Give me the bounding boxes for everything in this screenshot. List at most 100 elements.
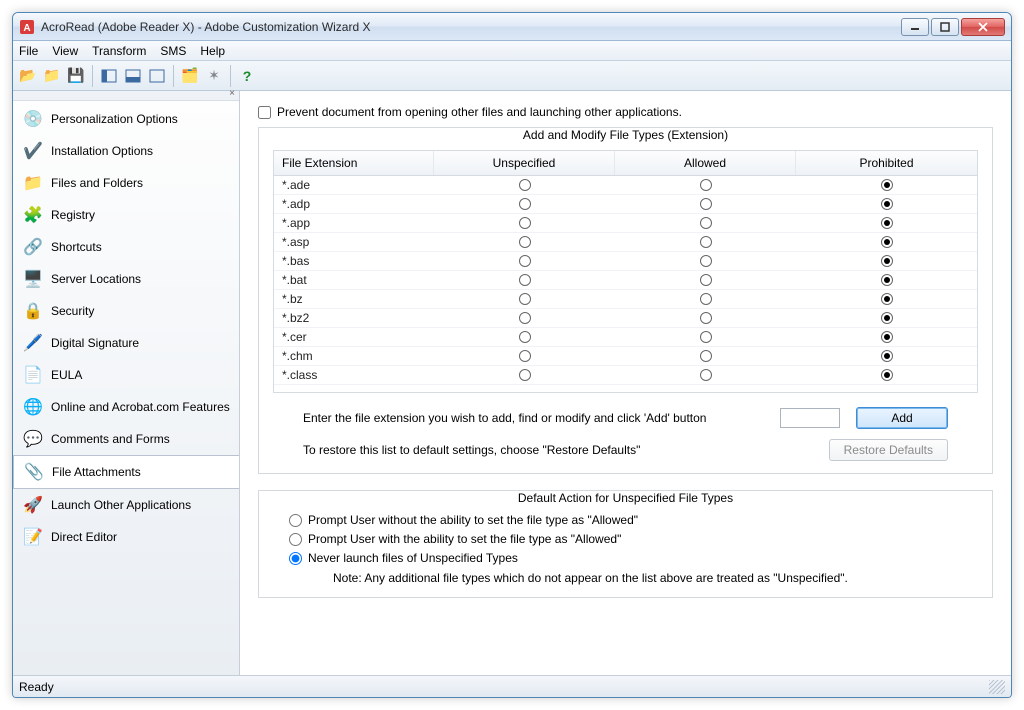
- table-row[interactable]: *.bz: [274, 290, 977, 309]
- radio-unspecified[interactable]: [519, 255, 531, 267]
- sidebar-item[interactable]: 🖊️Digital Signature: [13, 327, 239, 359]
- svg-text:A: A: [23, 23, 30, 34]
- default-action-option[interactable]: Never launch files of Unspecified Types: [289, 551, 978, 565]
- radio-allowed[interactable]: [700, 236, 712, 248]
- radio-prohibited[interactable]: [881, 274, 893, 286]
- menu-help[interactable]: Help: [200, 44, 225, 58]
- table-row[interactable]: *.chm: [274, 347, 977, 366]
- col-file-extension[interactable]: File Extension: [274, 151, 434, 175]
- table-row[interactable]: *.class: [274, 366, 977, 385]
- radio-unspecified[interactable]: [519, 236, 531, 248]
- sidebar-close-icon[interactable]: ×: [229, 88, 235, 99]
- radio-allowed[interactable]: [700, 369, 712, 381]
- restore-label: To restore this list to default settings…: [303, 443, 640, 457]
- sidebar-item[interactable]: 📄EULA: [13, 359, 239, 391]
- default-action-radio[interactable]: [289, 533, 302, 546]
- menu-view[interactable]: View: [52, 44, 78, 58]
- radio-prohibited[interactable]: [881, 236, 893, 248]
- menu-file[interactable]: File: [19, 44, 38, 58]
- help-icon[interactable]: ?: [236, 65, 258, 87]
- add-button[interactable]: Add: [856, 407, 948, 429]
- sidebar-item[interactable]: 📎File Attachments: [13, 455, 239, 489]
- radio-unspecified[interactable]: [519, 274, 531, 286]
- package-icon[interactable]: 🗂️: [179, 65, 201, 87]
- close-button[interactable]: [961, 18, 1005, 36]
- sidebar-item-icon: 💿: [21, 109, 45, 129]
- radio-allowed[interactable]: [700, 255, 712, 267]
- table-row[interactable]: *.adp: [274, 195, 977, 214]
- radio-unspecified[interactable]: [519, 350, 531, 362]
- sidebar-item[interactable]: 🧩Registry: [13, 199, 239, 231]
- default-action-radio[interactable]: [289, 552, 302, 565]
- radio-allowed[interactable]: [700, 274, 712, 286]
- radio-allowed[interactable]: [700, 179, 712, 191]
- radio-allowed[interactable]: [700, 293, 712, 305]
- default-action-group: Default Action for Unspecified File Type…: [258, 490, 993, 598]
- table-row[interactable]: *.asp: [274, 233, 977, 252]
- sidebar-item[interactable]: 🖥️Server Locations: [13, 263, 239, 295]
- table-row[interactable]: *.cer: [274, 328, 977, 347]
- radio-prohibited[interactable]: [881, 369, 893, 381]
- radio-unspecified[interactable]: [519, 179, 531, 191]
- col-allowed[interactable]: Allowed: [615, 151, 796, 175]
- menu-transform[interactable]: Transform: [92, 44, 146, 58]
- radio-prohibited[interactable]: [881, 179, 893, 191]
- sidebar-item-label: Registry: [51, 208, 95, 222]
- radio-allowed[interactable]: [700, 312, 712, 324]
- table-row[interactable]: *.app: [274, 214, 977, 233]
- sidebar-item-label: Personalization Options: [51, 112, 178, 126]
- radio-prohibited[interactable]: [881, 331, 893, 343]
- sidebar-item[interactable]: 💿 Personalization Options: [13, 103, 239, 135]
- prevent-checkbox[interactable]: [258, 106, 271, 119]
- sidebar-item[interactable]: 📝Direct Editor: [13, 521, 239, 553]
- radio-prohibited[interactable]: [881, 312, 893, 324]
- table-row[interactable]: *.bz2: [274, 309, 977, 328]
- col-prohibited[interactable]: Prohibited: [796, 151, 977, 175]
- radio-prohibited[interactable]: [881, 255, 893, 267]
- radio-allowed[interactable]: [700, 198, 712, 210]
- table-row[interactable]: *.bas: [274, 252, 977, 271]
- radio-unspecified[interactable]: [519, 331, 531, 343]
- sidebar-item[interactable]: 🚀Launch Other Applications: [13, 489, 239, 521]
- radio-prohibited[interactable]: [881, 217, 893, 229]
- sidebar-item[interactable]: ✔️Installation Options: [13, 135, 239, 167]
- radio-unspecified[interactable]: [519, 293, 531, 305]
- sidebar-item[interactable]: 🔒Security: [13, 295, 239, 327]
- sidebar-item[interactable]: 🌐Online and Acrobat.com Features: [13, 391, 239, 423]
- add-extension-input[interactable]: [780, 408, 840, 428]
- sidebar-item[interactable]: 🔗Shortcuts: [13, 231, 239, 263]
- prevent-label[interactable]: Prevent document from opening other file…: [277, 105, 682, 119]
- default-action-option[interactable]: Prompt User without the ability to set t…: [289, 513, 978, 527]
- sidebar-item[interactable]: 📁Files and Folders: [13, 167, 239, 199]
- table-row[interactable]: *.bat: [274, 271, 977, 290]
- radio-allowed[interactable]: [700, 350, 712, 362]
- sidebar-item[interactable]: 💬Comments and Forms: [13, 423, 239, 455]
- open-icon[interactable]: 📂: [17, 65, 39, 87]
- col-unspecified[interactable]: Unspecified: [434, 151, 615, 175]
- maximize-button[interactable]: [931, 18, 959, 36]
- radio-allowed[interactable]: [700, 331, 712, 343]
- radio-unspecified[interactable]: [519, 369, 531, 381]
- split-none-icon[interactable]: [146, 65, 168, 87]
- open2-icon[interactable]: 📁: [41, 65, 63, 87]
- save-icon[interactable]: 💾: [65, 65, 87, 87]
- default-action-radio[interactable]: [289, 514, 302, 527]
- radio-unspecified[interactable]: [519, 198, 531, 210]
- radio-prohibited[interactable]: [881, 198, 893, 210]
- radio-unspecified[interactable]: [519, 312, 531, 324]
- split-bottom-icon[interactable]: [122, 65, 144, 87]
- minimize-button[interactable]: [901, 18, 929, 36]
- table-row[interactable]: *.ade: [274, 176, 977, 195]
- radio-unspecified[interactable]: [519, 217, 531, 229]
- radio-prohibited[interactable]: [881, 350, 893, 362]
- radio-prohibited[interactable]: [881, 293, 893, 305]
- default-action-option[interactable]: Prompt User with the ability to set the …: [289, 532, 978, 546]
- restore-defaults-button[interactable]: Restore Defaults: [829, 439, 948, 461]
- cell-extension: *.bat: [274, 271, 434, 289]
- menu-sms[interactable]: SMS: [160, 44, 186, 58]
- radio-allowed[interactable]: [700, 217, 712, 229]
- resize-grip-icon[interactable]: [989, 680, 1005, 694]
- sidebar-item-label: Shortcuts: [51, 240, 102, 254]
- sidebar-handle[interactable]: ×: [13, 91, 239, 101]
- split-left-icon[interactable]: [98, 65, 120, 87]
